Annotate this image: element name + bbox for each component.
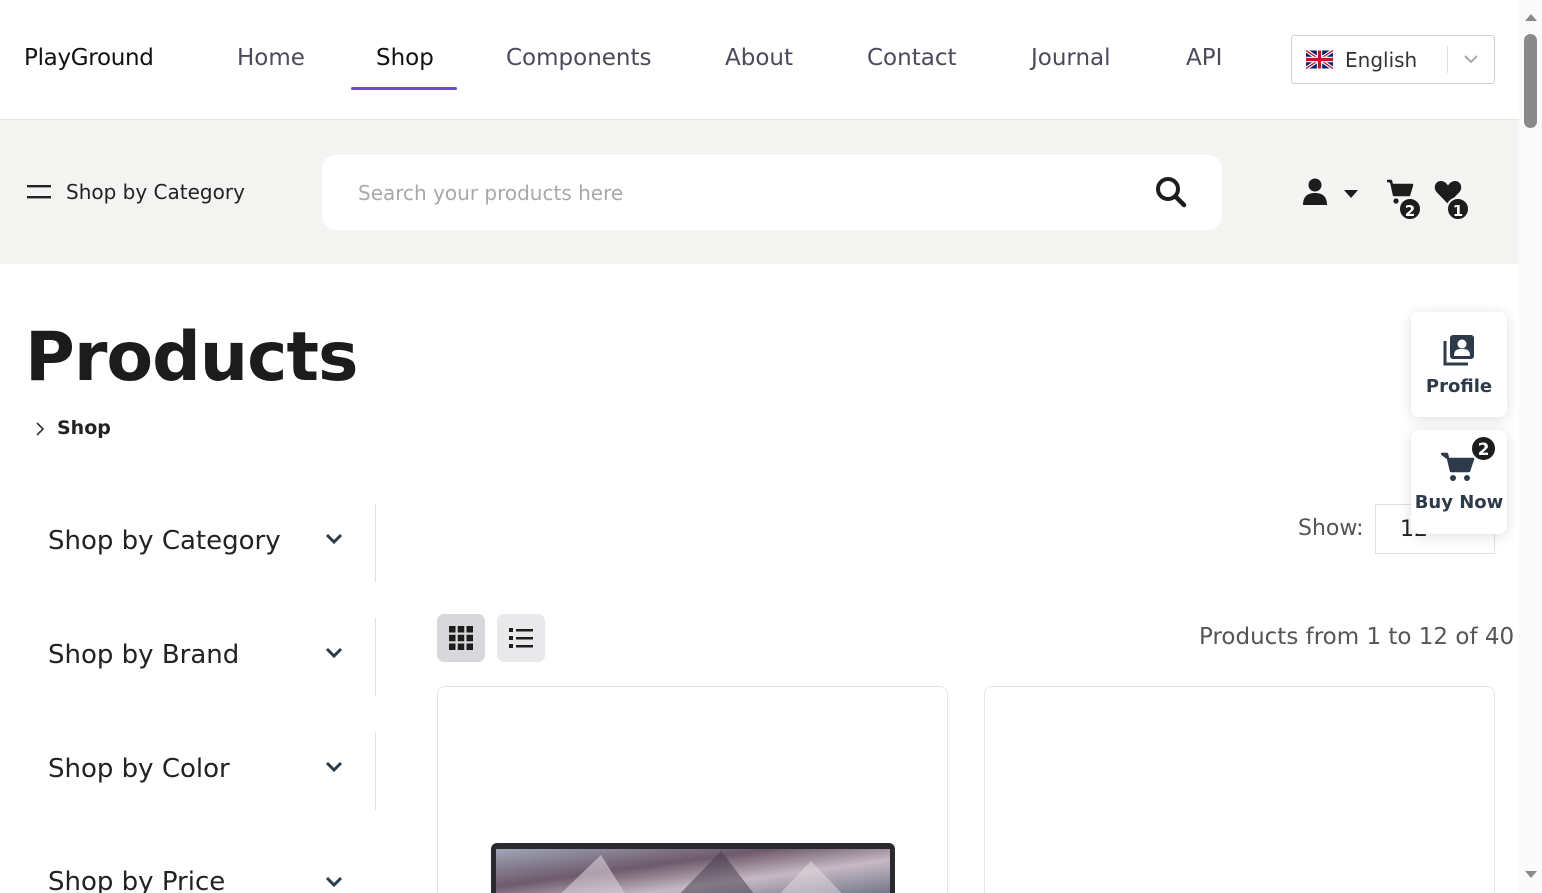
product-image — [491, 843, 895, 893]
grid-icon — [449, 626, 473, 650]
cart-icon — [1441, 452, 1475, 481]
nav-home[interactable]: Home — [237, 45, 305, 71]
search-bar-section: Shop by Category 2 1 — [0, 120, 1519, 264]
language-select[interactable]: English — [1291, 35, 1495, 84]
profile-label: Profile — [1425, 376, 1493, 397]
buy-now-widget[interactable]: 2 Buy Now — [1411, 430, 1507, 534]
filter-category-label: Shop by Category — [48, 526, 281, 556]
uk-flag-icon — [1306, 50, 1333, 69]
menu-icon — [27, 185, 51, 199]
language-divider — [1447, 46, 1448, 73]
filter-brand-label: Shop by Brand — [48, 640, 240, 670]
scroll-up-arrow-icon[interactable] — [1524, 12, 1538, 22]
filter-color-label: Shop by Color — [48, 754, 230, 784]
nav-api[interactable]: API — [1186, 45, 1222, 71]
product-card[interactable] — [984, 686, 1495, 893]
buy-now-count-badge: 2 — [1470, 435, 1497, 462]
buy-now-label: Buy Now — [1414, 492, 1504, 513]
page-title: Products — [25, 318, 358, 397]
product-count-text: Products from 1 to 12 of 40 — [1199, 624, 1515, 650]
filter-color[interactable]: Shop by Color — [48, 732, 376, 810]
search-box — [322, 155, 1222, 230]
chevron-down-icon — [325, 647, 343, 659]
nav-shop[interactable]: Shop — [376, 45, 434, 71]
chevron-down-icon — [325, 533, 343, 545]
chevron-right-icon — [36, 422, 45, 436]
language-label: English — [1345, 48, 1418, 72]
filter-price[interactable]: Shop by Price — [48, 843, 376, 893]
chevron-down-icon — [325, 876, 343, 888]
cart-count-badge: 2 — [1398, 197, 1422, 221]
chevron-down-icon — [325, 761, 343, 773]
shop-by-category-label: Shop by Category — [66, 180, 245, 204]
top-navigation: PlayGround Home Shop Components About Co… — [0, 0, 1519, 120]
chevron-down-icon — [1464, 55, 1478, 64]
caret-down-icon[interactable] — [1343, 189, 1359, 199]
profile-widget[interactable]: Profile — [1411, 312, 1507, 417]
nav-contact[interactable]: Contact — [867, 45, 956, 71]
filter-price-label: Shop by Price — [48, 867, 226, 893]
filter-category[interactable]: Shop by Category — [48, 504, 376, 582]
scrollbar-thumb[interactable] — [1524, 34, 1537, 128]
filter-brand[interactable]: Shop by Brand — [48, 618, 376, 696]
breadcrumb-shop[interactable]: Shop — [57, 417, 111, 439]
page-scrollbar[interactable] — [1519, 0, 1542, 893]
brand-logo[interactable]: PlayGround — [24, 45, 154, 71]
search-icon[interactable] — [1154, 175, 1188, 209]
active-nav-underline — [351, 87, 457, 90]
list-icon — [509, 628, 533, 648]
profile-card-icon — [1443, 335, 1474, 366]
show-label: Show: — [1298, 516, 1364, 541]
search-input[interactable] — [358, 177, 1138, 209]
nav-journal[interactable]: Journal — [1031, 45, 1111, 71]
grid-view-button[interactable] — [437, 614, 485, 662]
wishlist-count-badge: 1 — [1446, 197, 1470, 221]
product-card[interactable] — [437, 686, 948, 893]
nav-about[interactable]: About — [725, 45, 793, 71]
scroll-down-arrow-icon[interactable] — [1524, 870, 1538, 880]
nav-components[interactable]: Components — [506, 45, 652, 71]
list-view-button[interactable] — [497, 614, 545, 662]
user-icon[interactable] — [1302, 178, 1328, 206]
